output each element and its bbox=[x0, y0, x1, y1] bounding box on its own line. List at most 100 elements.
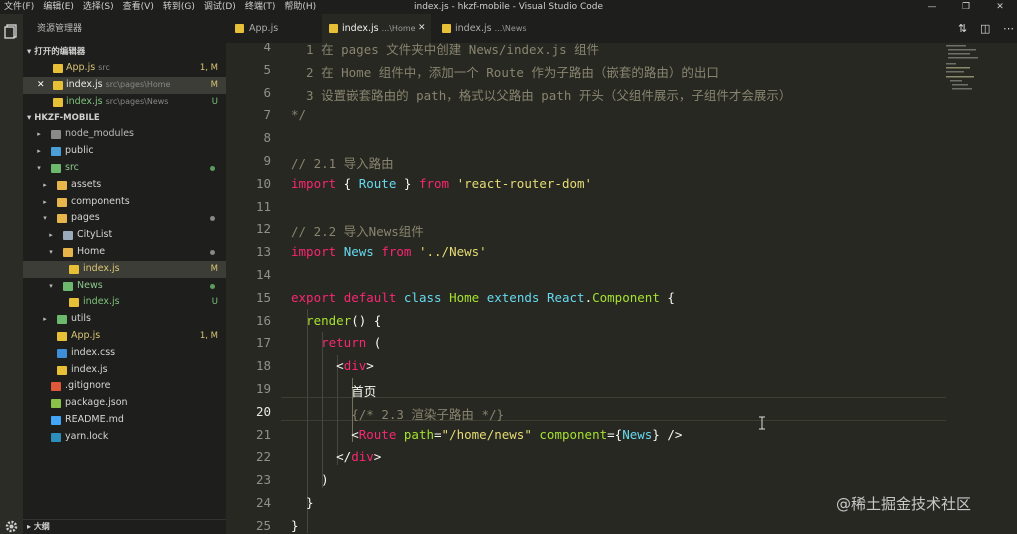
tree-label: package.json bbox=[65, 397, 128, 409]
outline-label: 大纲 bbox=[33, 522, 50, 531]
code-line: <Route path="/home/news" component={News… bbox=[291, 427, 683, 442]
tree-label: assets bbox=[71, 178, 102, 190]
menu-go[interactable]: 转到(G) bbox=[163, 0, 195, 14]
explorer-icon[interactable] bbox=[4, 24, 19, 39]
more-icon[interactable]: ⋯ bbox=[1003, 14, 1014, 43]
menu-edit[interactable]: 编辑(E) bbox=[43, 0, 74, 14]
tree-file-readme[interactable]: README.md bbox=[23, 412, 226, 429]
tree-file-index-css[interactable]: index.css bbox=[23, 345, 226, 362]
line-number: 24 bbox=[255, 495, 271, 510]
close-icon[interactable]: ✕ bbox=[37, 77, 45, 94]
menu-debug[interactable]: 调试(D) bbox=[204, 0, 236, 14]
tree-folder-pages[interactable]: ▾ pages bbox=[23, 210, 226, 227]
css-file-icon bbox=[57, 348, 67, 358]
line-number: 7 bbox=[263, 107, 271, 122]
tree-folder-src[interactable]: ▾ src bbox=[23, 160, 226, 177]
menu-help[interactable]: 帮助(H) bbox=[284, 0, 316, 14]
tree-file-gitignore[interactable]: .gitignore bbox=[23, 378, 226, 395]
line-number: 14 bbox=[255, 267, 271, 282]
tab-app-js[interactable]: App.js bbox=[226, 14, 318, 43]
tab-news-index-js[interactable]: index.js ...\News bbox=[434, 14, 540, 43]
tree-label: News bbox=[77, 279, 103, 291]
open-editor-label: App.js src bbox=[66, 62, 110, 73]
line-number: 21 bbox=[255, 427, 271, 442]
js-file-icon bbox=[329, 24, 338, 33]
js-file-icon bbox=[53, 64, 63, 73]
explorer-sidebar: 资源管理器 ▾ 打开的编辑器 App.js src 1, M ✕ index.js… bbox=[23, 14, 226, 534]
tree-folder-utils[interactable]: ▸ utils bbox=[23, 311, 226, 328]
tree-file-index-js[interactable]: index.js bbox=[23, 362, 226, 379]
close-window-icon[interactable]: ✕ bbox=[983, 0, 1017, 14]
yarn-file-icon bbox=[51, 432, 61, 442]
chevron-right-icon: ▸ bbox=[49, 231, 53, 240]
open-editor-item[interactable]: ✕ index.js src\pages\Home M bbox=[23, 76, 226, 94]
open-editor-item[interactable]: App.js src 1, M bbox=[23, 60, 226, 77]
code-line: // 2.2 导入News组件 bbox=[291, 224, 424, 239]
code-line: 1 在 pages 文件夹中创建 News/index.js 组件 bbox=[291, 43, 600, 57]
chevron-down-icon: ▾ bbox=[49, 281, 53, 290]
line-number: 11 bbox=[255, 199, 271, 214]
tree-label: index.js bbox=[83, 296, 120, 308]
activity-bar bbox=[0, 14, 23, 534]
menu-selection[interactable]: 选择(S) bbox=[83, 0, 114, 14]
menu-view[interactable]: 查看(V) bbox=[123, 0, 154, 14]
minimap[interactable] bbox=[946, 43, 1016, 103]
tree-label: Home bbox=[77, 245, 106, 257]
code-editor[interactable]: 4 5 6 7 8 9 10 11 12 13 14 15 16 17 18 1… bbox=[226, 43, 1017, 534]
tree-file-yarn-lock[interactable]: yarn.lock bbox=[23, 429, 226, 446]
project-header[interactable]: ▾ HKZF-MOBILE bbox=[23, 110, 226, 126]
js-file-icon bbox=[53, 97, 63, 107]
code-line: } bbox=[291, 518, 299, 533]
tree-folder-assets[interactable]: ▸ assets bbox=[23, 177, 226, 194]
folder-icon bbox=[63, 281, 73, 291]
tree-file-app[interactable]: App.js 1, M bbox=[23, 328, 226, 345]
open-editors-header[interactable]: ▾ 打开的编辑器 bbox=[23, 44, 226, 60]
chevron-right-icon: ▸ bbox=[43, 180, 47, 189]
title-bar: 文件(F) 编辑(E) 选择(S) 查看(V) 转到(G) 调试(D) 终端(T… bbox=[0, 0, 1017, 14]
tree-folder-citylist[interactable]: ▸ CityList bbox=[23, 227, 226, 244]
tree-folder-home[interactable]: ▾ Home bbox=[23, 244, 226, 261]
line-number: 17 bbox=[255, 335, 271, 350]
line-number: 20 bbox=[255, 404, 271, 419]
markdown-file-icon bbox=[51, 415, 61, 425]
close-icon[interactable]: ✕ bbox=[418, 14, 426, 43]
editor-tabs: App.js index.js ...\Home ✕ index.js ...\Ne… bbox=[226, 14, 1017, 43]
restore-icon[interactable]: ❐ bbox=[949, 0, 983, 14]
tab-home-index-js[interactable]: index.js ...\Home ✕ bbox=[322, 14, 431, 43]
compare-icon[interactable]: ⇅ bbox=[958, 14, 967, 43]
line-number: 5 bbox=[263, 62, 271, 77]
split-editor-icon[interactable]: ◫ bbox=[980, 14, 990, 43]
tree-label: node_modules bbox=[65, 128, 135, 140]
code-line: ) bbox=[291, 472, 329, 487]
tree-file-news-index[interactable]: index.js U bbox=[23, 294, 226, 311]
folder-icon bbox=[51, 163, 61, 173]
tree-folder-node-modules[interactable]: ▸ node_modules bbox=[23, 126, 226, 143]
tree-folder-components[interactable]: ▸ components bbox=[23, 194, 226, 211]
tree-folder-news[interactable]: ▾ News bbox=[23, 278, 226, 295]
chevron-right-icon: ▸ bbox=[43, 197, 47, 206]
js-file-icon bbox=[53, 80, 63, 90]
line-number: 25 bbox=[255, 518, 271, 533]
tree-file-package-json[interactable]: package.json bbox=[23, 395, 226, 412]
gear-icon[interactable] bbox=[4, 519, 19, 534]
folder-icon bbox=[57, 180, 67, 190]
tree-folder-public[interactable]: ▸ public bbox=[23, 143, 226, 160]
chevron-down-icon: ▾ bbox=[43, 214, 47, 223]
tree-label: public bbox=[65, 145, 94, 157]
git-status: M bbox=[210, 79, 218, 90]
minimize-icon[interactable]: — bbox=[915, 0, 949, 14]
menu-terminal[interactable]: 终端(T) bbox=[245, 0, 276, 14]
code-line: return ( bbox=[321, 335, 382, 350]
project-label: HKZF-MOBILE bbox=[34, 113, 100, 124]
line-number: 10 bbox=[255, 176, 271, 191]
git-status: U bbox=[211, 297, 218, 308]
open-editor-item[interactable]: index.js src\pages\News U bbox=[23, 94, 226, 111]
outline-header[interactable]: ▸ 大纲 bbox=[23, 519, 226, 534]
code-line: // 2.1 导入路由 bbox=[291, 156, 394, 171]
code-line: <div> bbox=[291, 358, 374, 373]
line-number: 6 bbox=[263, 85, 271, 100]
tab-label: App.js bbox=[249, 23, 279, 34]
git-status: M bbox=[210, 263, 218, 274]
tree-file-home-index[interactable]: index.js M bbox=[23, 260, 226, 278]
menu-file[interactable]: 文件(F) bbox=[4, 0, 34, 14]
